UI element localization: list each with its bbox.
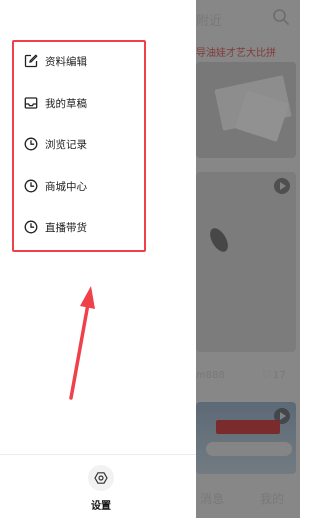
dim-overlay[interactable] xyxy=(196,0,300,518)
menu-item-label: 直播带货 xyxy=(45,221,87,234)
annotation-arrow-icon xyxy=(69,286,95,400)
settings-icon xyxy=(94,472,108,484)
settings-button[interactable]: 设置 xyxy=(76,465,126,513)
menu-item-label: 资料编辑 xyxy=(45,55,87,68)
menu-item-history[interactable]: 浏览记录 xyxy=(24,130,87,158)
menu-item-drafts[interactable]: 我的草稿 xyxy=(24,89,87,117)
menu-item-label: 我的草稿 xyxy=(45,97,87,110)
clock-icon xyxy=(24,179,38,193)
menu-item-live-sales[interactable]: 直播带货 xyxy=(24,213,87,241)
menu-item-label: 商城中心 xyxy=(45,180,87,193)
settings-icon-wrap xyxy=(88,465,114,491)
menu-item-mall-center[interactable]: 商城中心 xyxy=(24,172,87,200)
menu-item-label: 浏览记录 xyxy=(45,138,87,151)
menu-item-edit-profile[interactable]: 资料编辑 xyxy=(24,47,87,75)
clock-icon xyxy=(24,137,38,151)
edit-icon xyxy=(24,54,38,68)
clock-icon xyxy=(24,220,38,234)
drawer-menu-highlight: 资料编辑 我的草稿 浏览记录 商城中心 直播带货 xyxy=(12,40,146,252)
settings-label: 设置 xyxy=(91,501,111,512)
side-drawer: 资料编辑 我的草稿 浏览记录 商城中心 直播带货 设置 xyxy=(0,0,196,518)
inbox-icon xyxy=(24,97,38,109)
drawer-footer: 设置 xyxy=(0,454,196,518)
